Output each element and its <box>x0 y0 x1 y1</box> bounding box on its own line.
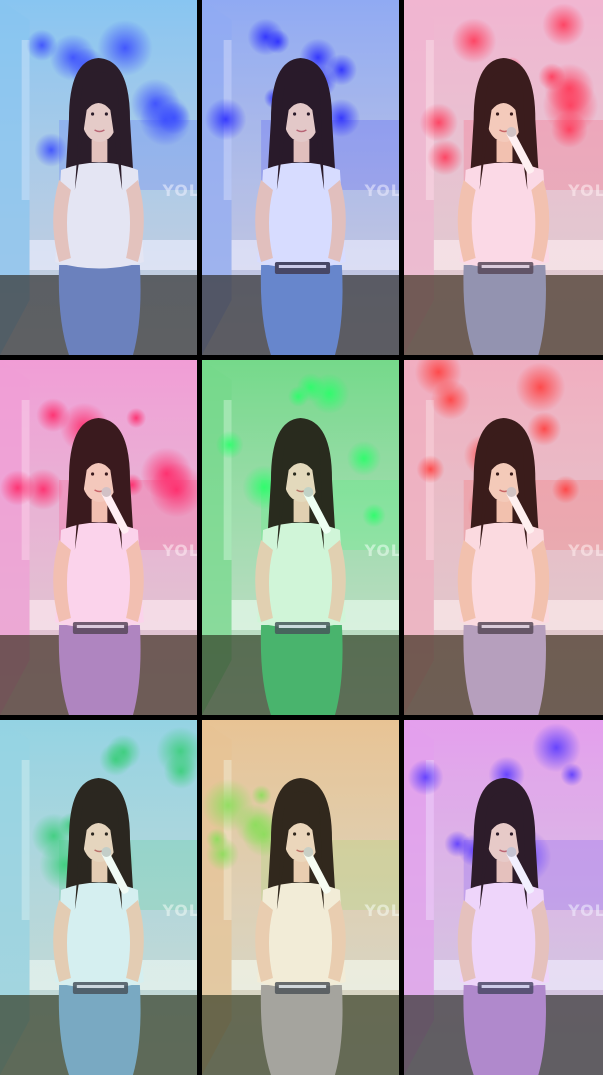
color-cast <box>0 720 197 1075</box>
scene: YOL <box>0 360 197 715</box>
color-cast <box>404 360 603 715</box>
video-frame-2: YOL <box>202 0 399 355</box>
scene: YOL <box>404 720 603 1075</box>
scene: YOL <box>404 0 603 355</box>
color-cast <box>202 360 399 715</box>
scene: YOL <box>202 360 399 715</box>
video-frame-4: YOL <box>0 360 197 715</box>
video-frame-5: YOL <box>202 360 399 715</box>
video-frame-1: YOL <box>0 0 197 355</box>
color-cast <box>0 0 197 355</box>
video-frame-9: YOL <box>404 720 603 1075</box>
scene: YOL <box>404 360 603 715</box>
video-frame-8: YOL <box>202 720 399 1075</box>
video-frame-7: YOL <box>0 720 197 1075</box>
scene: YOL <box>202 0 399 355</box>
scene: YOL <box>202 720 399 1075</box>
color-cast <box>202 720 399 1075</box>
video-frame-6: YOL <box>404 360 603 715</box>
color-cast <box>202 0 399 355</box>
video-collage-grid: YOL YOL YOL YOL YOL YOL YOL YOL YOL <box>0 0 603 1075</box>
color-cast <box>404 720 603 1075</box>
video-frame-3: YOL <box>404 0 603 355</box>
scene: YOL <box>0 0 197 355</box>
color-cast <box>404 0 603 355</box>
scene: YOL <box>0 720 197 1075</box>
color-cast <box>0 360 197 715</box>
